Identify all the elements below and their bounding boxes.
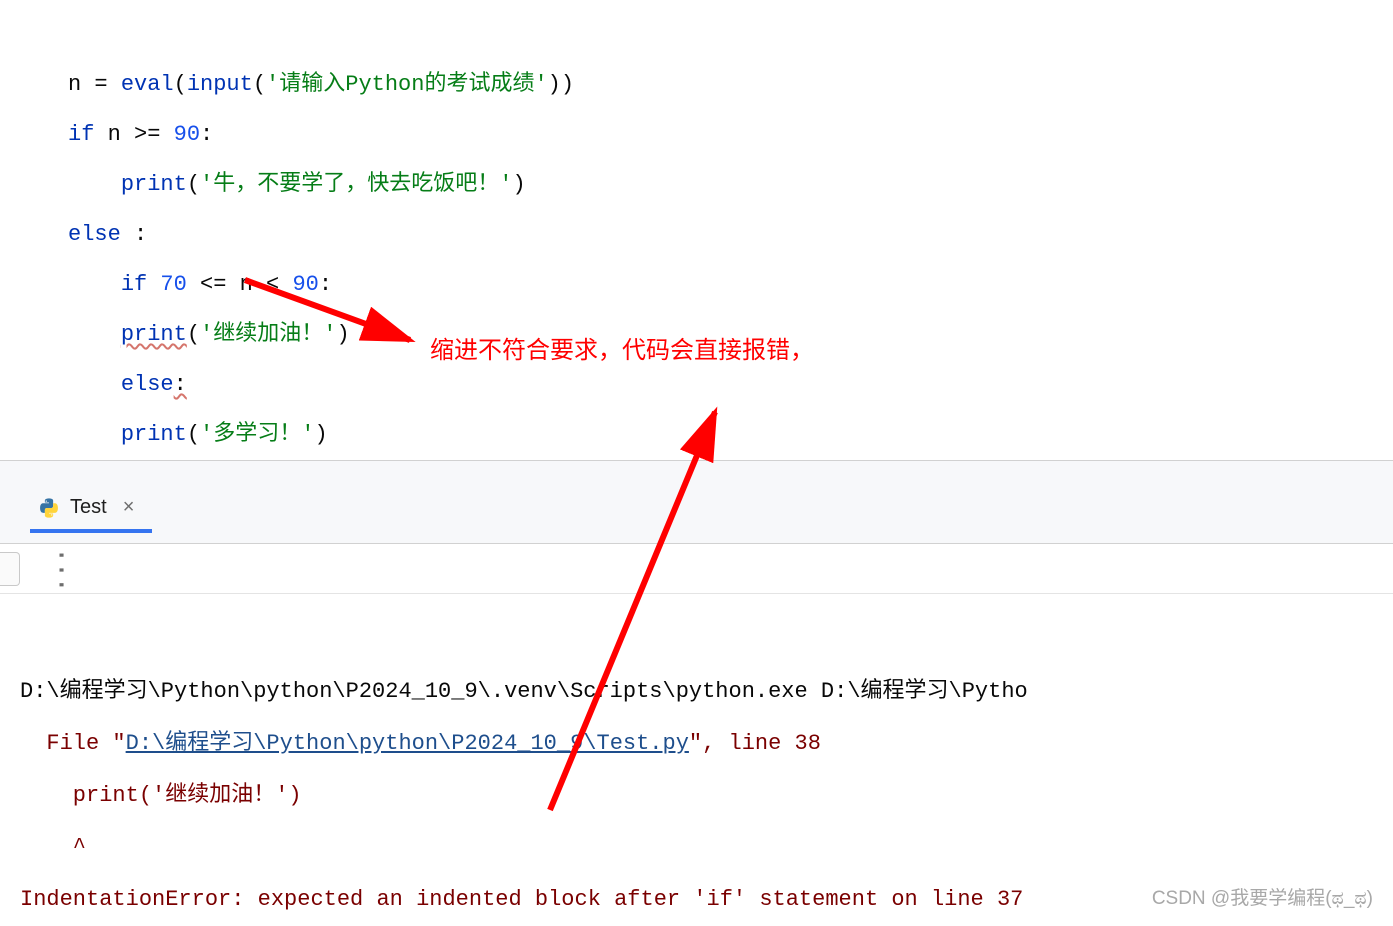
panel-divider[interactable] — [0, 460, 1393, 474]
annotation-text: 缩进不符合要求，代码会直接报错， — [430, 330, 814, 365]
code-line-1: n = eval(input('请输入Python的考试成绩')) — [68, 72, 574, 97]
toolbar-collapse-button[interactable] — [0, 552, 20, 586]
code-line-6: print('继续加油！') — [68, 322, 350, 347]
code-line-8: print('多学习！') — [68, 422, 328, 447]
close-icon[interactable]: × — [123, 496, 135, 519]
traceback-file-link[interactable]: D:\编程学习\Python\python\P2024_10_9\Test.py — [126, 731, 689, 756]
run-tab-test[interactable]: Test × — [30, 488, 152, 533]
code-line-4: else : — [68, 222, 147, 247]
console-traceback-file: File "D:\编程学习\Python\python\P2024_10_9\T… — [20, 731, 821, 756]
run-tab-bar: Test × — [0, 474, 1393, 544]
console-toolbar: ··· — [0, 544, 1393, 594]
console-error-code: print('继续加油！') — [20, 783, 302, 808]
console-run-path: D:\编程学习\Python\python\P2024_10_9\.venv\S… — [20, 679, 1028, 704]
code-line-5: if 70 <= n < 90: — [68, 272, 332, 297]
python-icon — [38, 497, 60, 519]
code-editor[interactable]: n = eval(input('请输入Python的考试成绩')) if n >… — [0, 0, 1393, 460]
console-error-message: IndentationError: expected an indented b… — [20, 887, 1023, 912]
code-line-7: else: — [68, 372, 187, 397]
more-actions-icon[interactable]: ··· — [55, 546, 65, 590]
watermark: CSDN @我要学编程(ಥ_ಥ) — [1152, 883, 1373, 910]
console-caret: ^ — [20, 835, 86, 860]
code-line-3: print('牛，不要学了，快去吃饭吧！') — [68, 172, 526, 197]
code-line-2: if n >= 90: — [68, 122, 213, 147]
run-tab-label: Test — [70, 496, 107, 519]
console-output[interactable]: D:\编程学习\Python\python\P2024_10_9\.venv\S… — [0, 594, 1393, 926]
